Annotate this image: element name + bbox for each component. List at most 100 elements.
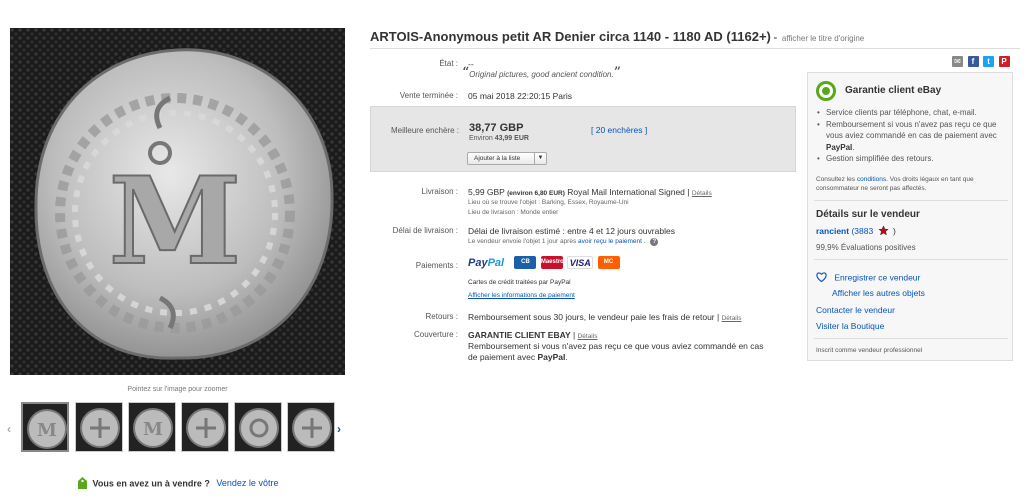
approx-prefix: Environ	[469, 135, 493, 142]
approx-value: 43,99 EUR	[494, 135, 529, 142]
visit-store-link[interactable]: Visiter la Boutique	[816, 321, 884, 331]
bid-history-link[interactable]: [ 20 enchères ]	[591, 125, 647, 135]
coverage-text-2: de paiement avec PayPal.	[468, 352, 568, 362]
cb-logo: CB	[514, 256, 537, 269]
svg-text:M: M	[109, 151, 242, 292]
main-item-image[interactable]: M	[10, 28, 345, 375]
guarantee-shield-icon	[816, 81, 836, 101]
star-icon	[877, 225, 889, 238]
maestro-logo: Maestro	[540, 256, 564, 269]
seller-line: rancient (3883 )	[816, 225, 896, 238]
delivery-note-text: Le vendeur envoie l'objet 1 jour après	[468, 238, 577, 245]
chevron-left-icon[interactable]: ‹	[7, 422, 11, 436]
approx-price: Environ 43,99 EUR	[469, 135, 529, 142]
save-seller-label[interactable]: Enregistrer ce vendeur	[834, 272, 920, 282]
ended-value: 05 mai 2018 22:20:15 Paris	[468, 91, 572, 101]
chevron-right-icon[interactable]: ›	[337, 422, 341, 436]
coverage-title: GARANTIE CLIENT EBAY	[468, 330, 571, 340]
facebook-icon[interactable]: f	[967, 56, 979, 67]
thumbnail-4[interactable]	[181, 402, 229, 452]
payment-logos: PayPal CB Maestro VISA MC	[468, 256, 622, 269]
twitter-icon[interactable]: t	[983, 56, 995, 67]
sell-one-like-this: Vous en avez un à vendre ? Vendez le vôt…	[78, 477, 278, 491]
returns-value: Remboursement sous 30 jours, le vendeur …	[468, 312, 742, 322]
ended-label: Vente terminée :	[399, 91, 458, 100]
returns-label: Retours :	[425, 312, 458, 321]
seller-other-items-link[interactable]: Afficher les autres objets	[832, 288, 925, 298]
share-icons: ✉ f t P	[950, 56, 1010, 68]
thumbnail-5[interactable]	[234, 402, 282, 452]
mastercard-logo: MC	[597, 256, 620, 269]
condition-label: État :	[439, 59, 458, 68]
quote-close-icon: ”	[613, 65, 621, 81]
thumbnail-1[interactable]: M	[21, 402, 69, 452]
chevron-down-icon[interactable]: ▼	[534, 153, 546, 164]
shipping-price: 5,99 GBP	[468, 187, 505, 197]
paypal-cards-note: Cartes de crédit traitées par PayPal	[468, 279, 571, 286]
shipping-value: 5,99 GBP (environ 6,80 EUR) Royal Mail I…	[468, 187, 712, 197]
heart-icon	[816, 272, 827, 284]
sell-yours-link[interactable]: Vendez le vôtre	[216, 478, 278, 488]
guarantee-item-2: Remboursement si vous n'avez pas reçu ce…	[816, 119, 1010, 154]
coverage-value: GARANTIE CLIENT EBAY | Détails	[468, 330, 598, 340]
panel-divider	[814, 200, 1008, 201]
shipping-service: Royal Mail International Signed	[567, 187, 685, 197]
help-icon[interactable]: ?	[650, 238, 659, 246]
guarantee-item-3: Gestion simplifiée des retours.	[816, 153, 1010, 165]
svg-text:M: M	[143, 419, 163, 440]
side-panel: Garantie client eBay Service clients par…	[807, 72, 1013, 361]
contact-seller-link[interactable]: Contacter le vendeur	[816, 305, 895, 315]
best-bid-label: Meilleure enchère :	[390, 126, 459, 135]
panel-divider	[814, 259, 1008, 260]
payments-label: Paiements :	[415, 261, 458, 270]
save-seller-link[interactable]: Enregistrer ce vendeur	[816, 272, 920, 284]
original-title-link[interactable]: afficher le titre d'origine	[782, 34, 864, 43]
returns-details-link[interactable]: Détails	[722, 315, 742, 322]
professional-seller-note: Inscrit comme vendeur professionnel	[816, 347, 923, 354]
thumbnail-2[interactable]	[75, 402, 123, 452]
email-icon[interactable]: ✉	[952, 56, 963, 67]
title-separator: -	[773, 30, 778, 44]
payment-received-link[interactable]: avoir reçu le paiement .	[578, 238, 646, 245]
returns-text: Remboursement sous 30 jours, le vendeur …	[468, 312, 715, 322]
visa-logo: VISA	[567, 256, 594, 269]
shipping-details-link[interactable]: Détails	[692, 190, 712, 197]
thumbnail-3[interactable]: M	[128, 402, 176, 452]
paypal-logo: PayPal	[468, 256, 505, 269]
item-title: ARTOIS-Anonymous petit AR Denier circa 1…	[370, 29, 771, 44]
shipping-label: Livraison :	[421, 187, 458, 196]
pinterest-icon[interactable]: P	[998, 56, 1010, 67]
title-row: ARTOIS-Anonymous petit AR Denier circa 1…	[370, 29, 1020, 44]
payment-info-link[interactable]: Afficher les informations de paiement	[468, 292, 575, 299]
guarantee-item-1: Service clients par téléphone, chat, e-m…	[816, 107, 1010, 119]
positive-feedback: 99,9% Évaluations positives	[816, 243, 916, 252]
conditions-link[interactable]: conditions	[857, 176, 886, 183]
consumer-rights-note: Consultez les conditions. Vos droits lég…	[816, 176, 974, 192]
svg-text:M: M	[37, 420, 57, 441]
coverage-label: Couverture :	[413, 330, 458, 339]
condition-quote: “Original pictures, good ancient conditi…	[462, 65, 621, 81]
coverage-text-1: Remboursement si vous n'avez pas reçu ce…	[468, 341, 764, 351]
ships-to: Lieu de livraison : Monde entier	[468, 209, 559, 216]
item-location: Lieu où se trouve l'objet : Barking, Ess…	[468, 199, 629, 206]
seller-heading: Détails sur le vendeur	[816, 209, 920, 220]
zoom-hint: Pointez sur l'image pour zoomer	[127, 386, 228, 393]
delivery-note: Le vendeur envoie l'objet 1 jour après a…	[468, 238, 659, 246]
thumbnail-strip: ‹ M M ›	[5, 402, 350, 458]
bid-box: Meilleure enchère : 38,77 GBP Environ 43…	[370, 106, 796, 172]
coin-image: M	[10, 28, 345, 375]
sell-question: Vous en avez un à vendre ?	[92, 478, 210, 489]
title-divider	[370, 48, 1020, 49]
seller-name-link[interactable]: rancient	[816, 226, 849, 236]
coverage-details-link[interactable]: Détails	[578, 333, 598, 340]
delivery-label: Délai de livraison :	[392, 226, 458, 235]
shipping-approx: (environ 6,80 EUR)	[507, 190, 565, 197]
guarantee-list: Service clients par téléphone, chat, e-m…	[816, 107, 1010, 165]
guarantee-title: Garantie client eBay	[845, 85, 942, 96]
add-to-watchlist-button[interactable]: Ajouter à la liste ▼	[467, 152, 547, 165]
delivery-value: Délai de livraison estimé : entre 4 et 1…	[468, 226, 675, 236]
seller-feedback-score[interactable]: (3883	[851, 226, 873, 236]
watch-button-label: Ajouter à la liste	[474, 155, 521, 162]
thumbnail-6[interactable]	[287, 402, 335, 452]
current-price: 38,77 GBP	[469, 122, 524, 134]
